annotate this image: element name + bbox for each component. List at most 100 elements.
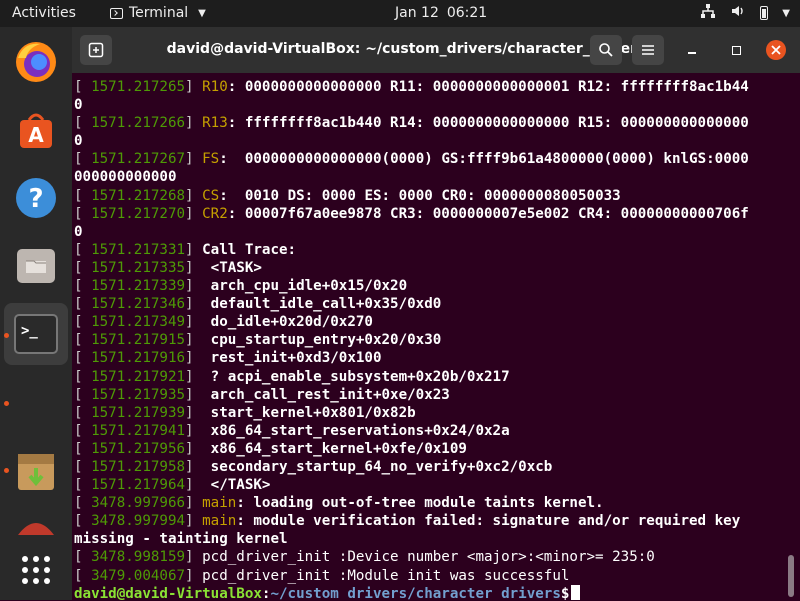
prompt-symbol: $ — [560, 585, 570, 600]
terminal-line: 000000000000 — [74, 168, 784, 186]
dock-terminal[interactable]: >_ — [4, 303, 68, 365]
timestamp-bracket: [ — [74, 115, 83, 132]
kernel-timestamp: 1571.217916 — [82, 350, 186, 367]
timestamp-bracket: ] — [185, 241, 203, 258]
log-prefix: R10 — [202, 79, 228, 95]
kernel-timestamp: 1571.217964 — [82, 477, 186, 494]
timestamp-bracket: ] — [185, 440, 203, 457]
kernel-timestamp: 1571.217335 — [82, 259, 186, 276]
log-prefix: main — [202, 495, 237, 512]
kernel-timestamp: 3478.998159 — [82, 549, 186, 566]
archive-installer-icon — [18, 454, 54, 490]
timestamp-bracket: ] — [185, 296, 203, 313]
show-applications-button[interactable] — [0, 539, 72, 601]
timestamp-bracket: [ — [74, 477, 83, 494]
timestamp-bracket: [ — [74, 259, 83, 276]
log-message: cpu_startup_entry+0x20/0x30 — [202, 332, 442, 349]
kernel-timestamp: 1571.217915 — [82, 332, 186, 349]
prompt-user-host: david@david-VirtualBox — [74, 585, 262, 600]
search-button[interactable] — [590, 35, 622, 65]
terminal-line: [ 1571.217265] R10: 0000000000000000 R11… — [74, 78, 784, 96]
terminal-line: [ 1571.217964] </TASK> — [74, 476, 784, 494]
running-indicator — [4, 468, 9, 473]
terminal-titlebar[interactable]: david@david-VirtualBox: ~/custom_drivers… — [72, 27, 800, 73]
terminal-line: [ 1571.217915] cpu_startup_entry+0x20/0x… — [74, 331, 784, 349]
timestamp-bracket: ] — [185, 151, 203, 168]
dock-help[interactable]: ? — [0, 167, 72, 229]
dock-files[interactable] — [0, 235, 72, 297]
timestamp-bracket: ] — [185, 314, 203, 331]
top-bar: Activities Terminal ▼ Jan 12 06:21 ▼ — [0, 0, 800, 27]
terminal-line-wrap: 000000000000 — [74, 169, 177, 186]
minimize-button[interactable] — [682, 40, 702, 60]
timestamp-bracket: ] — [185, 567, 203, 584]
kernel-timestamp: 1571.217921 — [82, 368, 186, 385]
kernel-timestamp: 1571.217346 — [82, 296, 186, 313]
timestamp-bracket: ] — [185, 386, 203, 403]
terminal-line: [ 1571.217268] CS: 0010 DS: 0000 ES: 000… — [74, 187, 784, 205]
log-message: arch_call_rest_init+0xe/0x23 — [202, 386, 450, 403]
timestamp-bracket: [ — [74, 241, 83, 258]
timestamp-bracket: ] — [185, 259, 203, 276]
terminal-app-icon — [110, 7, 123, 19]
kernel-timestamp: 1571.217339 — [82, 278, 186, 295]
log-prefix: CS — [202, 187, 220, 204]
files-icon — [17, 249, 55, 283]
timestamp-bracket: [ — [74, 386, 83, 403]
log-message: : 0010 DS: 0000 ES: 0000 CR0: 0000000080… — [219, 187, 621, 204]
terminal-scrollbar[interactable] — [788, 555, 794, 597]
terminal-line: [ 1571.217266] R13: ffffffff8ac1b440 R14… — [74, 114, 784, 132]
terminal-line: [ 1571.217346] default_idle_call+0x35/0x… — [74, 295, 784, 313]
firefox-icon — [16, 42, 56, 82]
terminal-line: [ 1571.217941] x86_64_start_reservations… — [74, 422, 784, 440]
dock-ubuntu-software[interactable]: A — [0, 99, 72, 161]
maximize-icon — [731, 45, 741, 55]
shell-prompt-line[interactable]: david@david-VirtualBox:~/custom_drivers/… — [74, 584, 784, 600]
help-icon: ? — [16, 178, 56, 218]
timestamp-bracket: ] — [185, 115, 203, 132]
volume-icon — [730, 3, 746, 23]
dock-archive-installer[interactable] — [0, 441, 72, 503]
close-button[interactable] — [766, 40, 786, 60]
log-message: do_idle+0x20d/0x270 — [202, 314, 373, 331]
dock-firefox[interactable] — [0, 31, 72, 93]
terminal-icon: >_ — [14, 314, 58, 354]
timestamp-bracket: [ — [74, 368, 83, 385]
prompt-path: ~/custom_drivers/character_drivers — [270, 585, 561, 600]
timestamp-bracket: ] — [185, 350, 203, 367]
log-message: : ffffffff8ac1b440 R14: 0000000000000000… — [227, 115, 749, 132]
kernel-timestamp: 1571.217956 — [82, 440, 186, 457]
log-message: : 0000000000000000 R11: 0000000000000001… — [227, 79, 749, 95]
svg-text:>_: >_ — [21, 323, 38, 339]
timestamp-bracket: ] — [185, 495, 203, 512]
app-menu[interactable]: Terminal ▼ — [110, 5, 206, 21]
kernel-timestamp: 3478.997994 — [82, 513, 186, 530]
timestamp-bracket: ] — [185, 549, 203, 566]
log-message: x86_64_start_kernel+0xfe/0x109 — [202, 440, 467, 457]
timestamp-bracket: [ — [74, 79, 83, 95]
kernel-timestamp: 1571.217268 — [82, 187, 186, 204]
kernel-timestamp: 1571.217267 — [82, 151, 186, 168]
activities-button[interactable]: Activities — [12, 5, 76, 21]
terminal-line: [ 3478.998159] pcd_driver_init :Device n… — [74, 548, 784, 566]
timestamp-bracket: ] — [185, 187, 203, 204]
menu-button[interactable] — [632, 35, 664, 65]
clock[interactable]: Jan 12 06:21 — [395, 5, 487, 21]
terminal-output[interactable]: [ 1571.217265] R10: 0000000000000000 R11… — [72, 73, 784, 600]
log-message: <TASK> — [202, 259, 262, 276]
terminal-line: [ 1571.217935] arch_call_rest_init+0xe/0… — [74, 386, 784, 404]
kernel-timestamp: 3478.997966 — [82, 495, 186, 512]
kernel-timestamp: 1571.217958 — [82, 458, 186, 475]
timestamp-bracket: [ — [74, 495, 83, 512]
timestamp-bracket: ] — [185, 404, 203, 421]
maximize-button[interactable] — [726, 40, 746, 60]
timestamp-bracket: ] — [185, 79, 203, 95]
ubuntu-software-icon: A — [20, 113, 52, 148]
partial-app-icon — [18, 523, 54, 535]
dock-partial-app[interactable] — [0, 505, 72, 535]
search-icon — [599, 43, 613, 57]
log-message: ? acpi_enable_subsystem+0x20b/0x217 — [202, 368, 510, 385]
text-cursor — [571, 584, 581, 600]
timestamp-bracket: ] — [185, 332, 203, 349]
system-tray[interactable]: ▼ — [700, 3, 790, 23]
